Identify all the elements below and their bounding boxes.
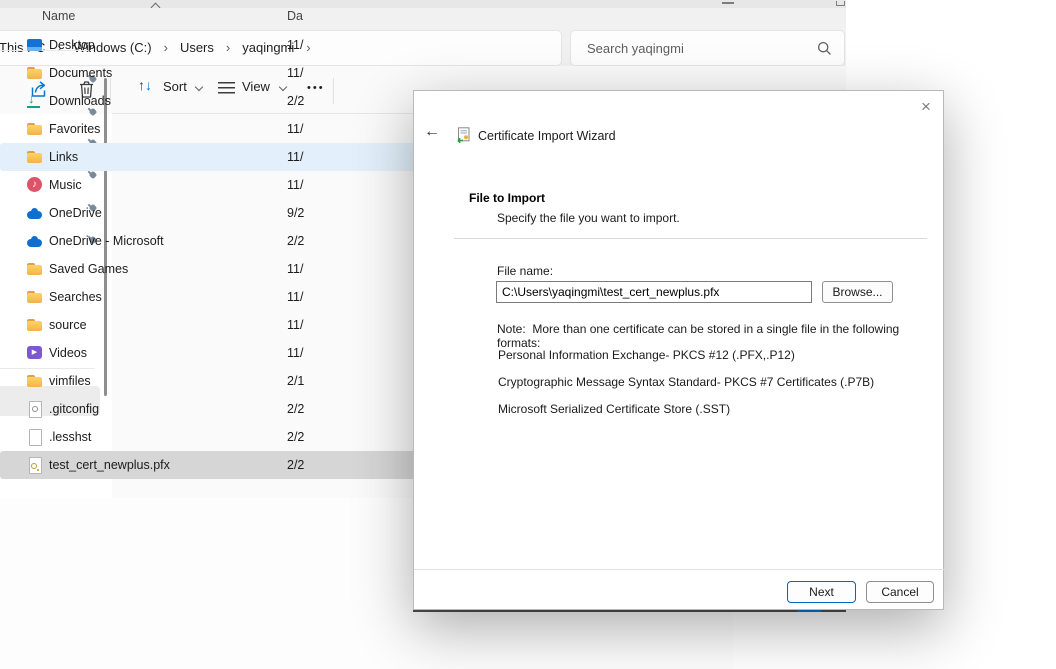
explorer-bottom-edge [413, 610, 846, 612]
section-title: File to Import [469, 191, 545, 205]
maximize-icon[interactable] [836, 1, 845, 6]
close-icon[interactable]: × [914, 96, 938, 118]
minimize-icon[interactable] [722, 2, 734, 4]
divider [454, 238, 927, 239]
explorer-titlebar [0, 0, 846, 8]
search-icon[interactable] [817, 41, 832, 61]
formats-note: Note: More than one certificate can be s… [497, 322, 932, 350]
formats-list: Personal Information Exchange- PKCS #12 … [498, 348, 928, 429]
file-name-label: File name: [497, 264, 553, 278]
section-subtitle: Specify the file you want to import. [497, 211, 680, 225]
footer-divider [414, 569, 945, 570]
next-button[interactable]: Next [787, 581, 856, 603]
format-item: Microsoft Serialized Certificate Store (… [498, 402, 928, 416]
dialog-title: Certificate Import Wizard [478, 129, 616, 143]
cancel-button[interactable]: Cancel [866, 581, 934, 603]
screen: 1:45 PMObject File Library2 KB1:50 PMObj… [0, 0, 1056, 669]
file-name-input[interactable]: C:\Users\yaqingmi\test_cert_newplus.pfx [496, 281, 812, 303]
format-item: Personal Information Exchange- PKCS #12 … [498, 348, 928, 362]
browse-button[interactable]: Browse... [822, 281, 893, 303]
certificate-import-wizard-dialog: × ← Certificate Import Wizard File to Im… [413, 90, 944, 610]
back-arrow-icon[interactable]: ← [424, 123, 440, 141]
format-item: Cryptographic Message Syntax Standard- P… [498, 375, 928, 389]
certificate-wizard-icon [455, 127, 472, 149]
